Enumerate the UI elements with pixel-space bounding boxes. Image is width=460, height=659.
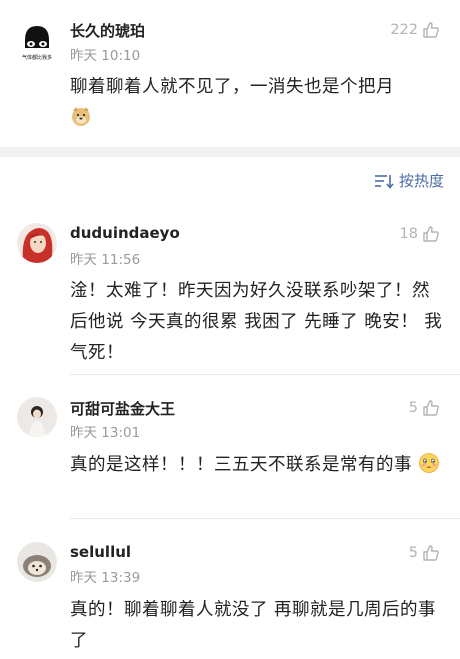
like-count: 5 xyxy=(408,400,418,416)
comment-text: 真的！聊着聊着人就没了 再聊就是几周后的事了 xyxy=(70,600,437,651)
thumbs-up-icon xyxy=(423,400,439,416)
timestamp: 昨天 11:56 xyxy=(70,252,141,268)
thumbs-up-icon xyxy=(423,545,439,561)
avatar-girl-icon xyxy=(17,397,57,437)
doge-emoji-icon xyxy=(72,107,90,126)
thumbs-up-icon xyxy=(423,22,439,38)
sort-lines-icon xyxy=(374,174,394,189)
avatar-caption: 气体都比我多 xyxy=(21,55,52,61)
like-count: 18 xyxy=(399,226,418,242)
like-button[interactable]: 18 xyxy=(400,225,440,243)
like-button[interactable]: 5 xyxy=(409,544,440,562)
thumbs-up-icon xyxy=(423,226,439,242)
comment-text: 真的是这样！！！三五天不联系是常有的事 xyxy=(70,450,445,481)
avatar-mermaid-icon xyxy=(17,223,57,263)
avatar-hedgehog-icon xyxy=(17,542,57,582)
divider xyxy=(70,518,460,519)
divider xyxy=(70,374,460,375)
comment-text: 聊着聊着人就不见了，一消失也是个把月 xyxy=(70,72,445,134)
comment-text-content: 聊着聊着人就不见了，一消失也是个把月 xyxy=(70,77,394,97)
comment-text-content: 真的是这样！！！三五天不联系是常有的事 xyxy=(70,455,412,475)
section-separator xyxy=(0,147,460,157)
username[interactable]: selullul xyxy=(70,543,131,561)
timestamp: 昨天 13:01 xyxy=(70,425,141,441)
sort-by-hot-button[interactable]: 按热度 xyxy=(374,170,444,191)
timestamp: 昨天 10:10 xyxy=(70,48,141,64)
avatar[interactable] xyxy=(17,223,57,263)
comment-text: 淦！太难了！昨天因为好久没联系吵架了！然后他说 今天真的很累 我困了 先睡了 晚… xyxy=(70,281,443,363)
like-button[interactable]: 5 xyxy=(409,399,440,417)
blushing-emoji-icon xyxy=(419,453,439,473)
username[interactable]: 可甜可盐金大王 xyxy=(70,398,175,419)
sort-label: 按热度 xyxy=(398,172,444,190)
timestamp: 昨天 13:39 xyxy=(70,570,141,586)
username[interactable]: duduindaeyo xyxy=(70,224,180,242)
like-count: 5 xyxy=(408,545,418,561)
like-button[interactable]: 222 xyxy=(390,21,440,39)
like-count: 222 xyxy=(390,22,418,38)
avatar[interactable] xyxy=(17,542,57,582)
avatar[interactable] xyxy=(17,397,57,437)
username[interactable]: 长久的琥珀 xyxy=(70,20,145,41)
